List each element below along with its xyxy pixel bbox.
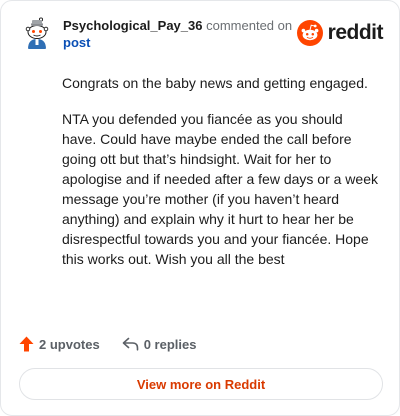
reply-button[interactable]: 0 replies xyxy=(122,336,197,352)
comment-paragraph: Congrats on the baby news and getting en… xyxy=(62,75,368,91)
username[interactable]: Psychological_Pay_36 xyxy=(63,18,202,33)
comment-actions: 2 upvotes 0 replies xyxy=(19,333,196,355)
comment-paragraph: NTA you defended you fiancée as you shou… xyxy=(62,111,378,267)
commented-on-text: commented on xyxy=(206,18,293,33)
reddit-wordmark: reddit xyxy=(327,21,384,44)
comment-byline: Psychological_Pay_36 commented on post xyxy=(63,17,303,51)
avatar[interactable] xyxy=(19,15,55,51)
reply-arrow-icon xyxy=(122,337,138,351)
reply-count: 0 replies xyxy=(143,336,197,352)
view-more-button[interactable]: View more on Reddit xyxy=(19,368,383,400)
reddit-brand[interactable]: reddit xyxy=(296,19,384,47)
upvote-arrow-icon xyxy=(19,336,34,352)
reddit-snoo-icon xyxy=(296,20,323,46)
comment-embed-card: Psychological_Pay_36 commented on post r… xyxy=(0,0,400,416)
comment-header: Psychological_Pay_36 commented on post r… xyxy=(19,15,384,55)
post-link[interactable]: post xyxy=(63,34,303,51)
upvote-button[interactable]: 2 upvotes xyxy=(19,336,100,352)
comment-body: Congrats on the baby news and getting en… xyxy=(62,73,380,285)
upvote-count: 2 upvotes xyxy=(39,336,100,352)
snoo-avatar-icon xyxy=(19,15,55,51)
